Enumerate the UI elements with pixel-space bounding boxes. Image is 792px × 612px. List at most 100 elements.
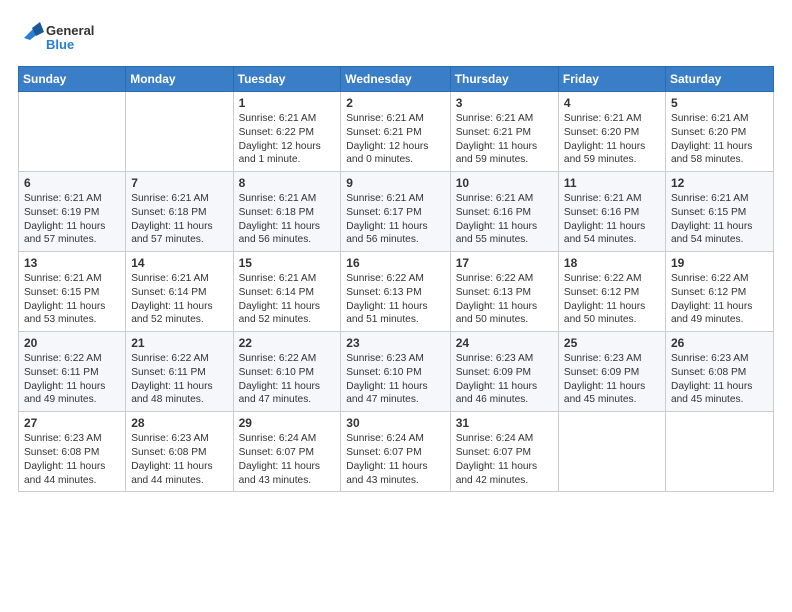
day-number: 16 (346, 256, 444, 270)
calendar-table: SundayMondayTuesdayWednesdayThursdayFrid… (18, 66, 774, 492)
day-number: 26 (671, 336, 768, 350)
cell-content: Sunrise: 6:23 AM Sunset: 6:08 PM Dayligh… (671, 352, 768, 407)
day-number: 20 (24, 336, 120, 350)
cell-content: Sunrise: 6:21 AM Sunset: 6:18 PM Dayligh… (131, 192, 227, 247)
calendar-cell: 2Sunrise: 6:21 AM Sunset: 6:21 PM Daylig… (341, 92, 450, 172)
calendar-cell: 10Sunrise: 6:21 AM Sunset: 6:16 PM Dayli… (450, 172, 558, 252)
cell-content: Sunrise: 6:23 AM Sunset: 6:08 PM Dayligh… (131, 432, 227, 487)
logo: General Blue (18, 18, 108, 58)
calendar-cell: 31 Sunrise: 6:24 AM Sunset: 6:07 PM Dayli… (450, 412, 558, 492)
cell-content: Sunrise: 6:24 AM Sunset: 6:07 PM Dayligh… (346, 432, 444, 487)
calendar-cell: 5Sunrise: 6:21 AM Sunset: 6:20 PM Daylig… (665, 92, 773, 172)
day-number: 27 (24, 416, 120, 430)
page: General Blue SundayMondayTuesdayWednesda… (0, 0, 792, 612)
cell-content: Sunrise: 6:21 AM Sunset: 6:16 PM Dayligh… (564, 192, 660, 247)
cell-content: Sunrise: 6:22 AM Sunset: 6:11 PM Dayligh… (131, 352, 227, 407)
day-of-week-header: Monday (126, 67, 233, 92)
calendar-cell: 13 Sunrise: 6:21 AM Sunset: 6:15 PM Dayli… (19, 252, 126, 332)
calendar-cell: 19 Sunrise: 6:22 AM Sunset: 6:12 PM Dayli… (665, 252, 773, 332)
calendar-week-row: 6 Sunrise: 6:21 AM Sunset: 6:19 PM Daylig… (19, 172, 774, 252)
calendar-cell: 7 Sunrise: 6:21 AM Sunset: 6:18 PM Daylig… (126, 172, 233, 252)
logo-svg: General Blue (18, 18, 108, 58)
calendar-cell: 3Sunrise: 6:21 AM Sunset: 6:21 PM Daylig… (450, 92, 558, 172)
calendar-cell (19, 92, 126, 172)
cell-content: Sunrise: 6:21 AM Sunset: 6:22 PM Dayligh… (239, 112, 336, 167)
calendar-body: 1Sunrise: 6:21 AM Sunset: 6:22 PM Daylig… (19, 92, 774, 492)
calendar-week-row: 13 Sunrise: 6:21 AM Sunset: 6:15 PM Dayli… (19, 252, 774, 332)
cell-content: Sunrise: 6:21 AM Sunset: 6:17 PM Dayligh… (346, 192, 444, 247)
calendar-week-row: 27 Sunrise: 6:23 AM Sunset: 6:08 PM Dayli… (19, 412, 774, 492)
calendar-cell: 8Sunrise: 6:21 AM Sunset: 6:18 PM Daylig… (233, 172, 341, 252)
calendar-cell (665, 412, 773, 492)
calendar-header-row: SundayMondayTuesdayWednesdayThursdayFrid… (19, 67, 774, 92)
day-number: 2 (346, 96, 444, 110)
cell-content: Sunrise: 6:21 AM Sunset: 6:20 PM Dayligh… (564, 112, 660, 167)
day-number: 31 (456, 416, 553, 430)
day-number: 7 (131, 176, 227, 190)
svg-text:Blue: Blue (46, 37, 74, 52)
day-number: 14 (131, 256, 227, 270)
day-number: 30 (346, 416, 444, 430)
cell-content: Sunrise: 6:21 AM Sunset: 6:19 PM Dayligh… (24, 192, 120, 247)
cell-content: Sunrise: 6:21 AM Sunset: 6:21 PM Dayligh… (456, 112, 553, 167)
calendar-cell: 27Sunrise: 6:23 AM Sunset: 6:08 PM Dayli… (19, 412, 126, 492)
day-number: 11 (564, 176, 660, 190)
cell-content: Sunrise: 6:21 AM Sunset: 6:14 PM Dayligh… (131, 272, 227, 327)
calendar-cell: 1Sunrise: 6:21 AM Sunset: 6:22 PM Daylig… (233, 92, 341, 172)
cell-content: Sunrise: 6:21 AM Sunset: 6:16 PM Dayligh… (456, 192, 553, 247)
cell-content: Sunrise: 6:23 AM Sunset: 6:10 PM Dayligh… (346, 352, 444, 407)
calendar-cell: 17 Sunrise: 6:22 AM Sunset: 6:13 PM Dayli… (450, 252, 558, 332)
cell-content: Sunrise: 6:23 AM Sunset: 6:09 PM Dayligh… (564, 352, 660, 407)
calendar-cell: 28 Sunrise: 6:23 AM Sunset: 6:08 PM Dayli… (126, 412, 233, 492)
cell-content: Sunrise: 6:22 AM Sunset: 6:13 PM Dayligh… (456, 272, 553, 327)
calendar-cell (558, 412, 665, 492)
calendar-cell: 29 Sunrise: 6:24 AM Sunset: 6:07 PM Dayli… (233, 412, 341, 492)
calendar-cell: 23 Sunrise: 6:23 AM Sunset: 6:10 PM Dayli… (341, 332, 450, 412)
calendar-cell: 12 Sunrise: 6:21 AM Sunset: 6:15 PM Dayli… (665, 172, 773, 252)
cell-content: Sunrise: 6:22 AM Sunset: 6:13 PM Dayligh… (346, 272, 444, 327)
day-number: 18 (564, 256, 660, 270)
day-number: 24 (456, 336, 553, 350)
day-of-week-header: Sunday (19, 67, 126, 92)
day-number: 15 (239, 256, 336, 270)
cell-content: Sunrise: 6:22 AM Sunset: 6:11 PM Dayligh… (24, 352, 120, 407)
day-number: 25 (564, 336, 660, 350)
header: General Blue (18, 18, 774, 58)
day-number: 8 (239, 176, 336, 190)
day-number: 12 (671, 176, 768, 190)
svg-text:General: General (46, 23, 94, 38)
cell-content: Sunrise: 6:24 AM Sunset: 6:07 PM Dayligh… (456, 432, 553, 487)
day-number: 28 (131, 416, 227, 430)
day-of-week-header: Saturday (665, 67, 773, 92)
calendar-cell: 21Sunrise: 6:22 AM Sunset: 6:11 PM Dayli… (126, 332, 233, 412)
calendar-cell: 18 Sunrise: 6:22 AM Sunset: 6:12 PM Dayli… (558, 252, 665, 332)
cell-content: Sunrise: 6:22 AM Sunset: 6:12 PM Dayligh… (564, 272, 660, 327)
calendar-cell: 25 Sunrise: 6:23 AM Sunset: 6:09 PM Dayli… (558, 332, 665, 412)
day-number: 6 (24, 176, 120, 190)
cell-content: Sunrise: 6:21 AM Sunset: 6:15 PM Dayligh… (24, 272, 120, 327)
calendar-cell: 16 Sunrise: 6:22 AM Sunset: 6:13 PM Dayli… (341, 252, 450, 332)
calendar-cell (126, 92, 233, 172)
calendar-cell: 24 Sunrise: 6:23 AM Sunset: 6:09 PM Dayli… (450, 332, 558, 412)
cell-content: Sunrise: 6:23 AM Sunset: 6:09 PM Dayligh… (456, 352, 553, 407)
calendar-cell: 4Sunrise: 6:21 AM Sunset: 6:20 PM Daylig… (558, 92, 665, 172)
cell-content: Sunrise: 6:21 AM Sunset: 6:20 PM Dayligh… (671, 112, 768, 167)
calendar-cell: 26 Sunrise: 6:23 AM Sunset: 6:08 PM Dayli… (665, 332, 773, 412)
day-number: 19 (671, 256, 768, 270)
cell-content: Sunrise: 6:22 AM Sunset: 6:12 PM Dayligh… (671, 272, 768, 327)
calendar-cell: 30 Sunrise: 6:24 AM Sunset: 6:07 PM Dayli… (341, 412, 450, 492)
calendar-cell: 22Sunrise: 6:22 AM Sunset: 6:10 PM Dayli… (233, 332, 341, 412)
day-number: 29 (239, 416, 336, 430)
day-of-week-header: Thursday (450, 67, 558, 92)
cell-content: Sunrise: 6:22 AM Sunset: 6:10 PM Dayligh… (239, 352, 336, 407)
cell-content: Sunrise: 6:24 AM Sunset: 6:07 PM Dayligh… (239, 432, 336, 487)
day-number: 23 (346, 336, 444, 350)
calendar-cell: 9 Sunrise: 6:21 AM Sunset: 6:17 PM Daylig… (341, 172, 450, 252)
calendar-week-row: 1Sunrise: 6:21 AM Sunset: 6:22 PM Daylig… (19, 92, 774, 172)
day-number: 13 (24, 256, 120, 270)
calendar-cell: 14 Sunrise: 6:21 AM Sunset: 6:14 PM Dayli… (126, 252, 233, 332)
day-number: 9 (346, 176, 444, 190)
day-number: 17 (456, 256, 553, 270)
day-of-week-header: Friday (558, 67, 665, 92)
cell-content: Sunrise: 6:21 AM Sunset: 6:15 PM Dayligh… (671, 192, 768, 247)
